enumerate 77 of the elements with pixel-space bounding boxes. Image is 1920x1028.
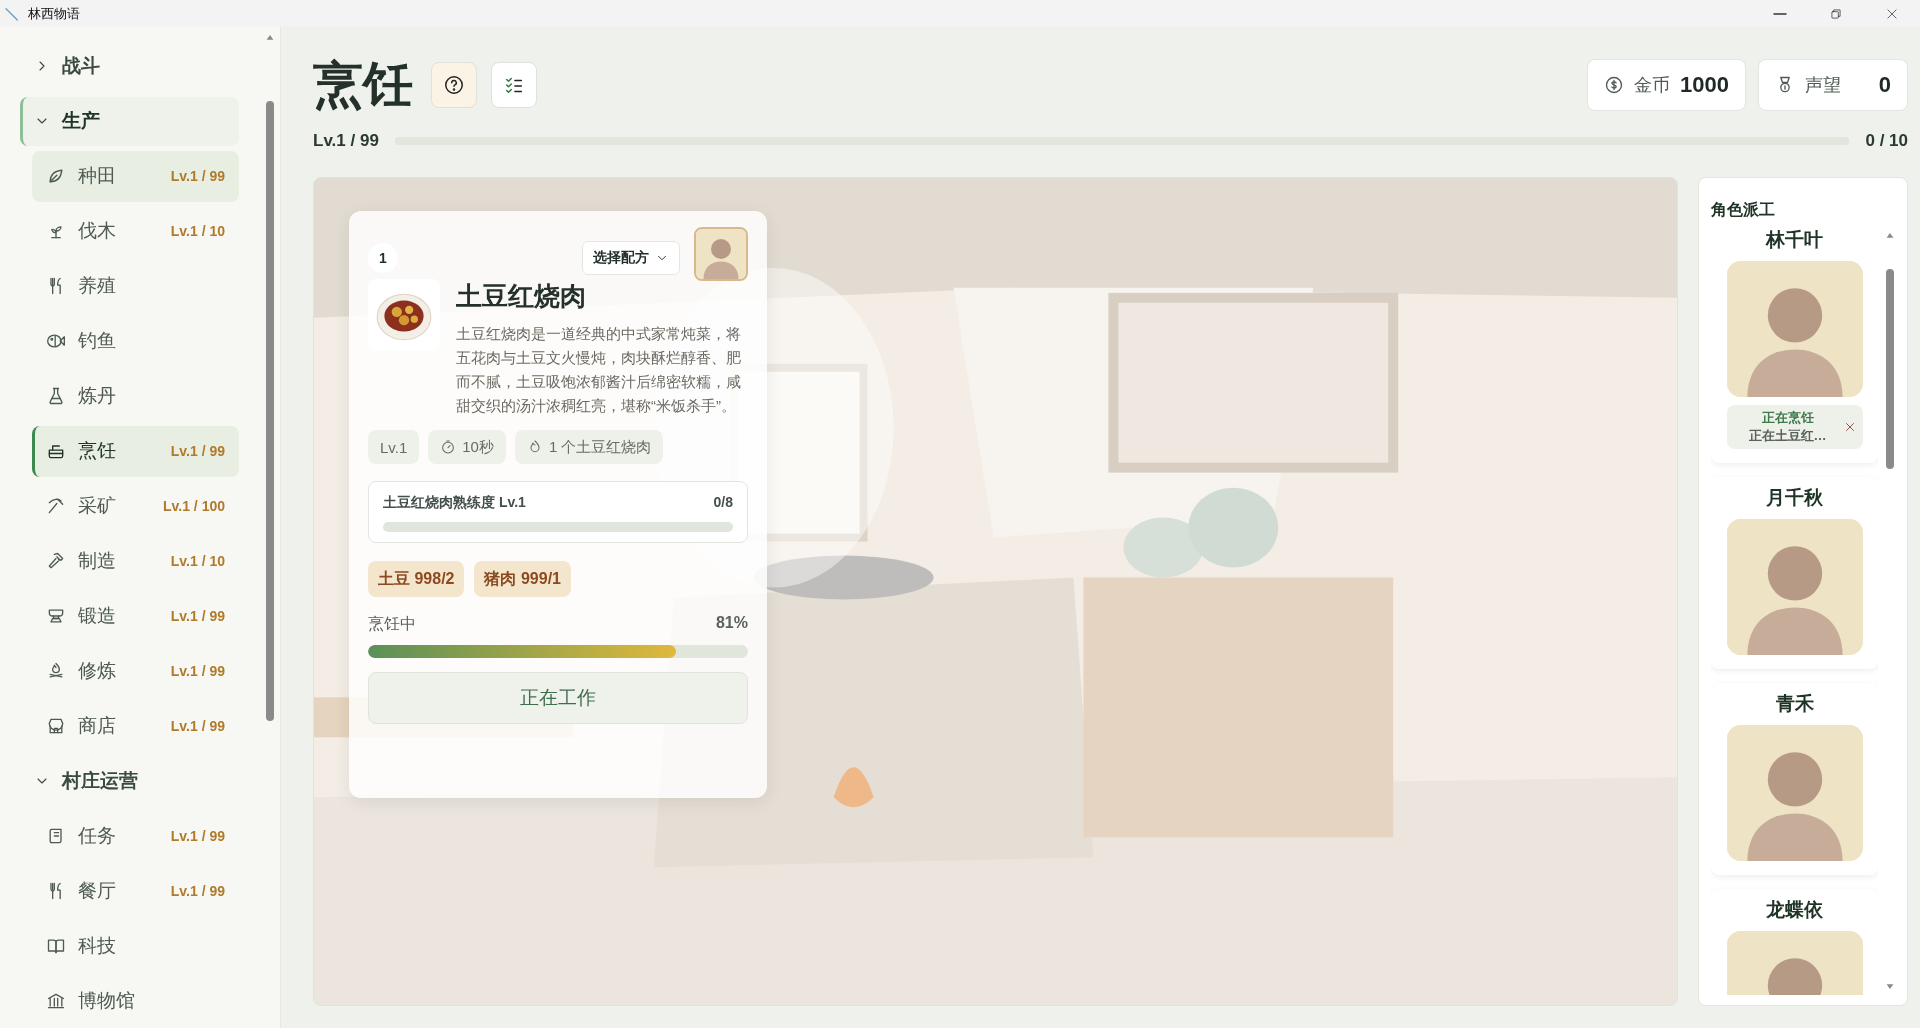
level-label: Lv.1 / 99	[170, 443, 225, 460]
item-label: 科技	[78, 933, 117, 958]
flask-icon	[46, 386, 66, 407]
checklist-button[interactable]	[491, 62, 537, 108]
task-label: 正在土豆红…	[1748, 427, 1827, 445]
sidebar-item[interactable]: 采矿 Lv.1 / 100	[32, 480, 239, 532]
item-label: 采矿	[78, 494, 117, 519]
scroll-up-icon	[265, 33, 275, 41]
currency-label: 金币	[1634, 74, 1671, 97]
level-label: Lv.1 / 10	[170, 223, 225, 240]
worker-name: 青禾	[1775, 692, 1814, 716]
currency-value: 0	[1877, 72, 1891, 98]
level-label: Lv.1 / 99	[170, 717, 225, 734]
scroll-up-icon	[1885, 231, 1895, 239]
hammer-icon	[46, 551, 66, 571]
level-label: Lv.1 / 10	[170, 553, 225, 569]
level-label: Lv.1 / 99	[313, 131, 379, 151]
level-label: Lv.1 / 99	[170, 168, 225, 185]
level-label: Lv.1 / 99	[170, 662, 225, 679]
status-label: 正在烹饪	[1761, 409, 1814, 427]
item-label: 炼丹	[78, 384, 117, 409]
help-icon	[443, 74, 465, 96]
close-icon	[1885, 6, 1899, 21]
item-label: 伐木	[78, 219, 117, 244]
help-button[interactable]	[431, 62, 477, 108]
coin-icon	[1604, 75, 1625, 95]
item-label: 锻造	[78, 603, 117, 628]
sidebar-item[interactable]: 锻造 Lv.1 / 99	[32, 590, 239, 642]
app-icon	[4, 5, 20, 22]
level-label: Lv.1 / 99	[170, 882, 225, 899]
restore-icon	[1829, 6, 1843, 21]
level-label: Lv.1 / 99	[170, 607, 225, 624]
item-label: 制造	[78, 549, 117, 573]
sidebar-item[interactable]: 伐木 Lv.1 / 10	[32, 205, 239, 257]
sidebar-item[interactable]: 餐厅 Lv.1 / 99	[32, 865, 239, 917]
item-label: 烹饪	[78, 439, 117, 464]
window-title: 林西物语	[28, 4, 80, 23]
sidebar-item[interactable]: 炼丹	[32, 370, 239, 422]
sidebar-item[interactable]: 博物馆	[32, 975, 239, 1026]
sidebar-section[interactable]: 生产	[20, 97, 239, 146]
minimize-icon	[1773, 12, 1787, 15]
worker-name: 月千秋	[1766, 486, 1823, 510]
currency-value: 1000	[1680, 72, 1729, 98]
sidebar-item[interactable]: 修炼 Lv.1 / 99	[32, 645, 239, 697]
panel-title: 角色派工	[1711, 200, 1776, 220]
level-label: Lv.1 / 100	[163, 498, 225, 515]
page-title: 烹饪	[313, 57, 413, 113]
scrollbar-thumb[interactable]	[266, 101, 274, 721]
scrollbar-thumb[interactable]	[1886, 269, 1894, 469]
currency-label: 声望	[1805, 74, 1841, 97]
sidebar-item[interactable]: 商店 Lv.1 / 99	[32, 700, 239, 752]
sidebar-item[interactable]: 制造 Lv.1 / 10	[32, 535, 239, 587]
worker-card[interactable]: 林千叶 正在烹饪 正在土豆红…	[1711, 227, 1878, 463]
sidebar-section[interactable]: 村庄运营	[20, 756, 239, 806]
sidebar-item[interactable]: 烹饪 Lv.1 / 99	[32, 425, 239, 477]
worker-card[interactable]: 青禾	[1711, 683, 1878, 875]
sidebar-item[interactable]: 任务 Lv.1 / 99	[32, 810, 239, 862]
worker-name: 林千叶	[1766, 228, 1823, 252]
level-label: Lv.1 / 99	[170, 827, 225, 844]
sidebar-item[interactable]: 种田 Lv.1 / 99	[32, 150, 239, 202]
sidebar-section[interactable]: 战斗	[20, 42, 239, 91]
worker-card[interactable]: 龙蝶依	[1711, 889, 1878, 995]
sidebar-item[interactable]: 钓鱼	[32, 315, 239, 367]
item-label: 钓鱼	[78, 329, 117, 354]
item-label: 种田	[78, 164, 117, 189]
item-label: 餐厅	[78, 878, 117, 903]
sidebar-item[interactable]: 养殖	[32, 260, 239, 312]
sidebar-item[interactable]: 科技	[32, 920, 239, 972]
item-label: 修炼	[78, 658, 117, 683]
scroll-down-icon	[1885, 983, 1895, 991]
progress-reading: 0 / 10	[1865, 131, 1908, 151]
item-label: 商店	[78, 713, 117, 738]
worker-card[interactable]: 月千秋	[1711, 477, 1878, 669]
item-label: 养殖	[78, 274, 117, 299]
worker-name: 龙蝶依	[1766, 898, 1823, 922]
item-label: 任务	[78, 823, 117, 848]
item-label: 博物馆	[78, 988, 136, 1013]
